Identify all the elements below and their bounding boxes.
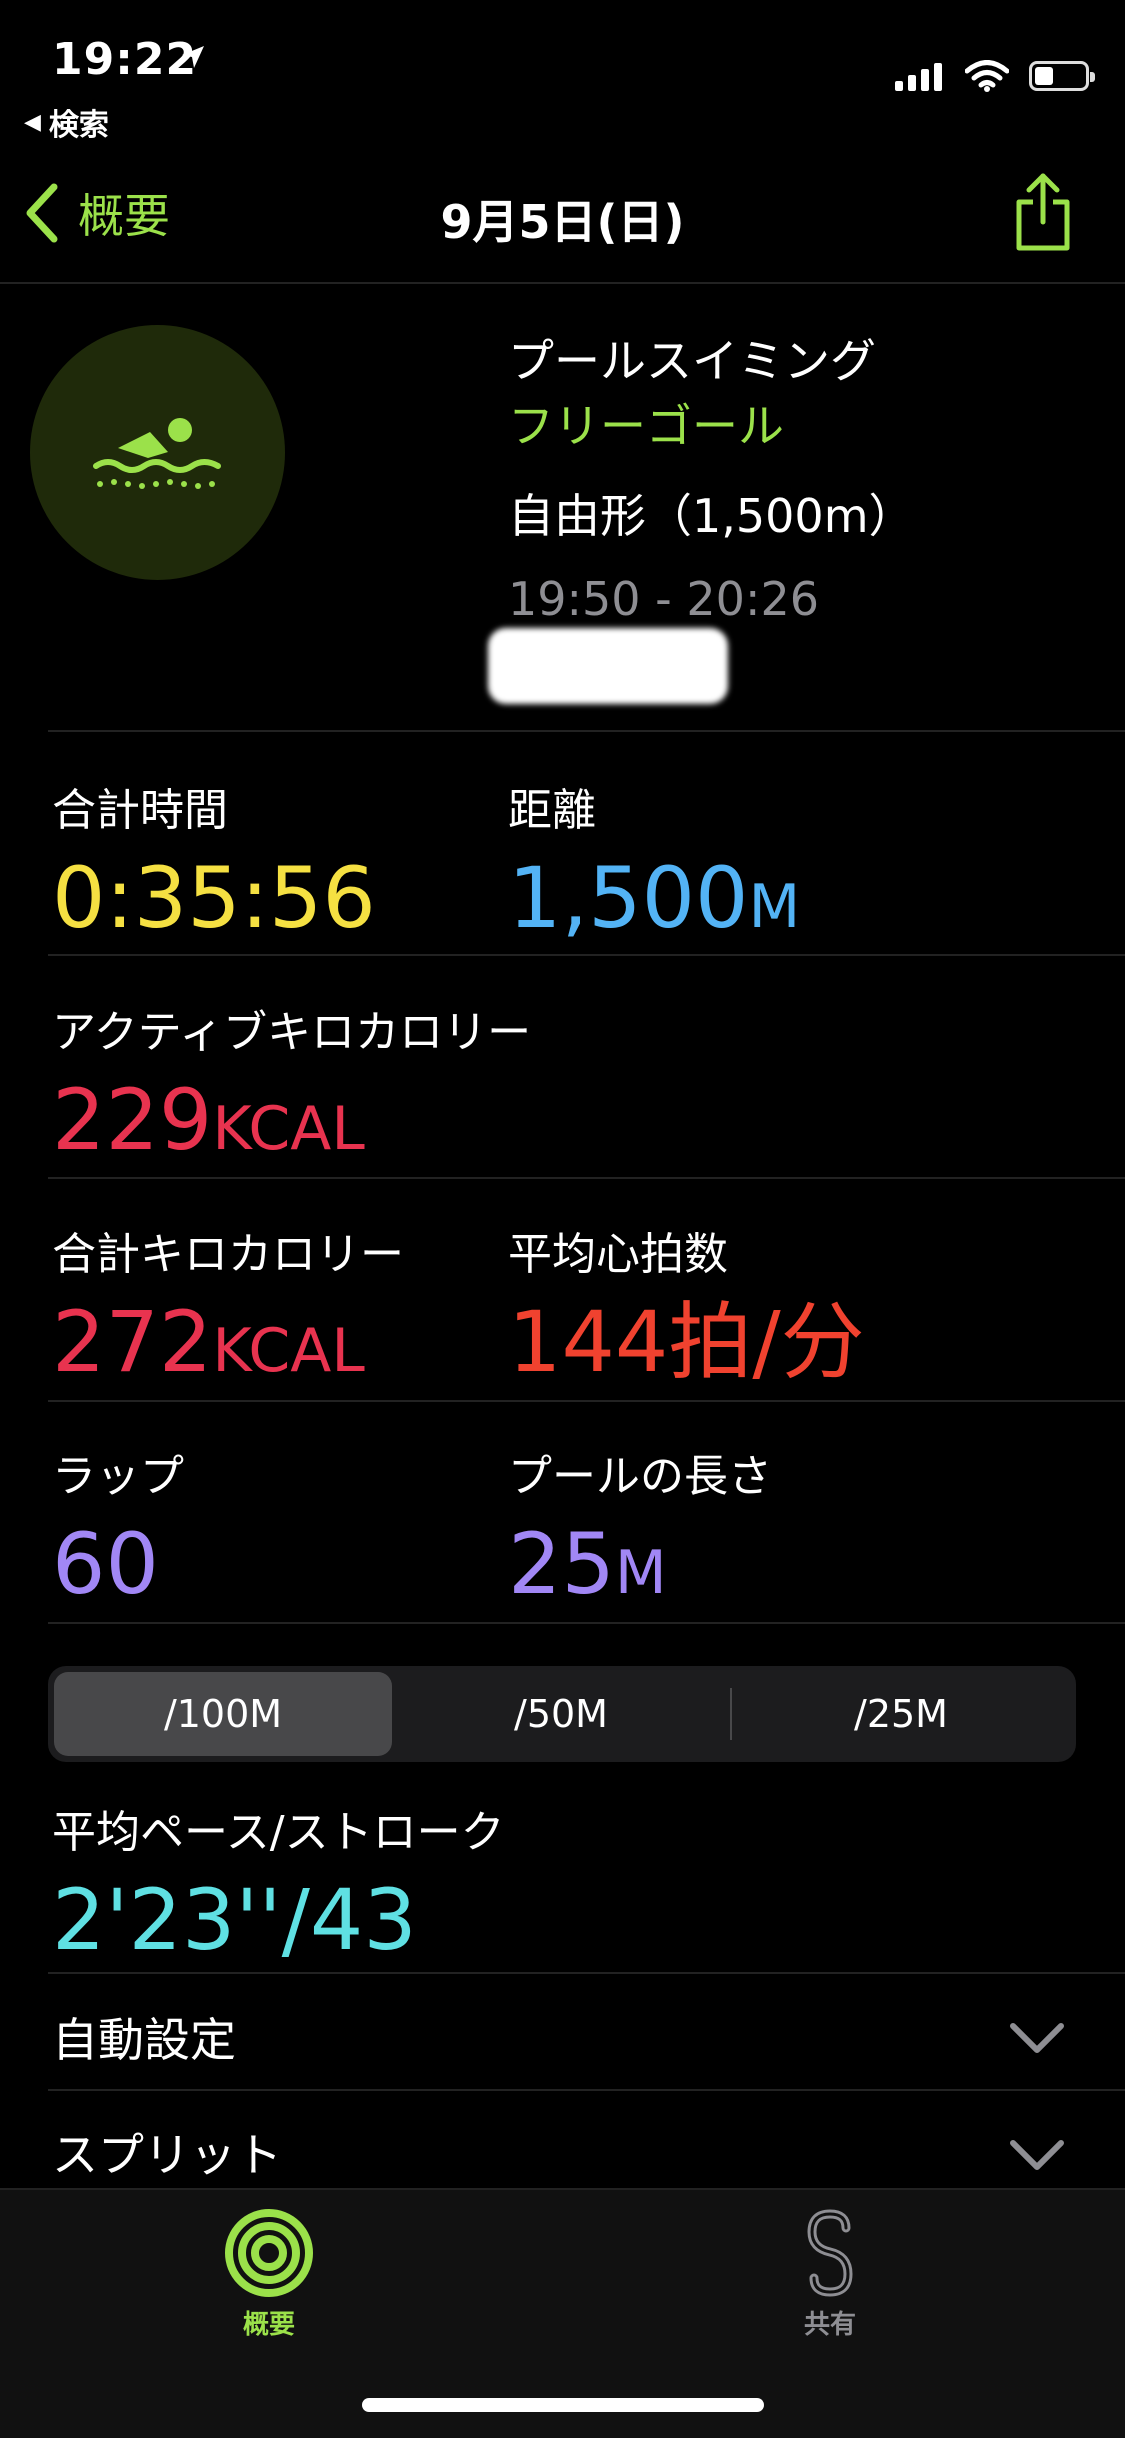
segment-50m[interactable]: /50M [392,1672,730,1756]
segment-100m[interactable]: /100M [54,1672,392,1756]
metric-value-row: 1,500M [508,856,800,940]
home-indicator[interactable] [362,2398,764,2412]
workout-time-range: 19:50 - 20:26 [508,572,819,626]
workout-type-badge [30,325,285,580]
metric-value: 144拍/分 [508,1293,865,1391]
metric-unit: M [748,872,801,942]
redacted-location [488,628,728,704]
metric-value: 2'23''/43 [52,1871,417,1969]
metric-value: 229 [52,1071,213,1169]
pace-unit-segmented-control: /100M /50M /25M [48,1666,1076,1762]
metric-avg-heart-rate: 平均心拍数 144拍/分 [508,1218,865,1384]
location-arrow-icon [182,46,204,68]
row-label: スプリット [52,2128,282,2182]
metric-value: 0:35:56 [52,849,376,947]
row-label: 自動設定 [52,2013,236,2067]
workout-goal: フリーゴール [508,399,784,453]
workout-title: プールスイミング [508,334,876,388]
activity-rings-icon [225,2209,313,2297]
chevron-down-icon [1010,2140,1064,2170]
metric-label: プールの長さ [508,1451,772,1502]
metric-label: ラップ [52,1451,184,1502]
metric-value: 25 [508,1515,615,1613]
workout-stroke: 自由形（1,500m） [508,489,915,543]
metric-total-kcal: 合計キロカロリー 272KCAL [52,1218,404,1384]
metric-value: 60 [52,1515,159,1613]
metric-avg-pace: 平均ペース/ストローク 2'23''/43 [52,1796,505,1962]
tab-summary[interactable]: 概要 [224,2208,314,2341]
metric-total-time: 合計時間 0:35:56 [52,774,376,940]
back-app-label: 検索 [48,108,109,143]
metric-label: アクティブキロカロリー [52,1007,532,1058]
metric-value-row: 25M [508,1522,772,1606]
status-indicators [895,60,1095,92]
metric-label: 距離 [508,785,596,836]
share-icon[interactable] [1013,172,1073,252]
nav-divider [0,282,1125,284]
back-to-app-link[interactable]: ◀ 検索 [24,100,109,144]
metric-active-kcal: アクティブキロカロリー 229KCAL [52,996,531,1162]
divider [48,1622,1125,1624]
metric-value-row: 272KCAL [52,1300,404,1384]
status-time: 19:22 [52,34,198,85]
metric-unit: KCAL [212,1094,365,1164]
metric-distance: 距離 1,500M [508,774,800,940]
metric-value-row: 229KCAL [52,1078,531,1162]
divider [48,1400,1125,1402]
back-triangle-icon: ◀ [24,109,41,135]
swimmer-icon [92,417,221,489]
divider [48,730,1125,732]
divider [48,954,1125,956]
tab-label: 概要 [242,2310,295,2340]
wifi-icon [965,60,1009,92]
page-title: 9月5日(日) [440,195,685,249]
divider [48,1177,1125,1179]
metric-unit: KCAL [212,1316,365,1386]
metric-label: 合計時間 [52,785,228,836]
metric-pool-length: プールの長さ 25M [508,1440,772,1606]
tab-label: 共有 [803,2310,856,2340]
metric-value: 1,500 [508,849,749,947]
battery-icon [1029,61,1095,91]
cellular-signal-icon [895,63,942,91]
segment-25m[interactable]: /25M [732,1672,1070,1756]
metric-label: 平均心拍数 [508,1229,728,1280]
sharing-icon [807,2209,853,2297]
metric-value: 272 [52,1293,213,1391]
tab-sharing[interactable]: 共有 [800,2208,860,2341]
metric-laps: ラップ 60 [52,1440,184,1606]
metric-unit: M [614,1538,667,1608]
row-auto-settings[interactable]: 自動設定 [0,1974,1125,2088]
row-splits[interactable]: スプリット [0,2091,1125,2191]
metric-label: 合計キロカロリー [52,1229,404,1280]
metric-label: 平均ペース/ストローク [52,1807,505,1858]
chevron-down-icon [1010,2023,1064,2053]
